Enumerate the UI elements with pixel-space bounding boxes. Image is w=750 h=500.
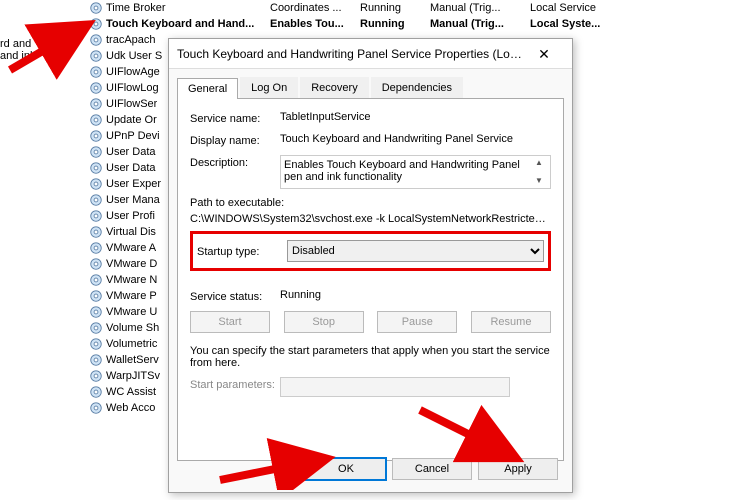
table-row[interactable]: Time Broker Coordinates ... Running Manu… bbox=[85, 0, 685, 16]
start-params-note: You can specify the start parameters tha… bbox=[190, 345, 551, 369]
label-display-name: Display name: bbox=[190, 133, 280, 147]
gear-icon bbox=[89, 305, 103, 319]
gear-icon bbox=[89, 129, 103, 143]
gear-icon bbox=[89, 81, 103, 95]
stop-button[interactable]: Stop bbox=[284, 311, 364, 333]
truncated-text: rd and and ink bbox=[0, 38, 35, 62]
startup-type-select[interactable]: Disabled bbox=[287, 240, 544, 262]
value-path: C:\WINDOWS\System32\svchost.exe -k Local… bbox=[190, 213, 551, 225]
description-box: Enables Touch Keyboard and Handwriting P… bbox=[280, 155, 551, 189]
gear-icon bbox=[89, 65, 103, 79]
tab-general[interactable]: General bbox=[177, 78, 238, 99]
tab-log-on[interactable]: Log On bbox=[240, 77, 298, 98]
gear-icon bbox=[89, 161, 103, 175]
start-button[interactable]: Start bbox=[190, 311, 270, 333]
gear-icon bbox=[89, 49, 103, 63]
general-panel: Service name: TabletInputService Display… bbox=[177, 99, 564, 461]
tab-strip: GeneralLog OnRecoveryDependencies bbox=[177, 77, 564, 99]
gear-icon bbox=[89, 385, 103, 399]
gear-icon bbox=[89, 193, 103, 207]
label-service-name: Service name: bbox=[190, 111, 280, 125]
label-path: Path to executable: bbox=[190, 197, 551, 209]
tab-dependencies[interactable]: Dependencies bbox=[371, 77, 463, 98]
cancel-button[interactable]: Cancel bbox=[392, 458, 472, 480]
gear-icon bbox=[89, 353, 103, 367]
label-startup-type: Startup type: bbox=[197, 244, 287, 258]
gear-icon bbox=[89, 257, 103, 271]
gear-icon bbox=[89, 17, 103, 31]
label-start-params: Start parameters: bbox=[190, 377, 280, 391]
gear-icon bbox=[89, 241, 103, 255]
close-button[interactable]: ✕ bbox=[524, 42, 564, 66]
value-service-name: TabletInputService bbox=[280, 111, 551, 123]
gear-icon bbox=[89, 97, 103, 111]
dialog-title: Touch Keyboard and Handwriting Panel Ser… bbox=[177, 47, 524, 61]
gear-icon bbox=[89, 209, 103, 223]
titlebar[interactable]: Touch Keyboard and Handwriting Panel Ser… bbox=[169, 39, 572, 69]
startup-type-highlight: Startup type: Disabled bbox=[190, 231, 551, 271]
gear-icon bbox=[89, 401, 103, 415]
table-row-selected[interactable]: Touch Keyboard and Hand... Enables Tou..… bbox=[85, 16, 685, 32]
properties-dialog: Touch Keyboard and Handwriting Panel Ser… bbox=[168, 38, 573, 493]
start-params-input bbox=[280, 377, 510, 397]
resume-button[interactable]: Resume bbox=[471, 311, 551, 333]
value-service-status: Running bbox=[280, 289, 551, 301]
gear-icon bbox=[89, 289, 103, 303]
gear-icon bbox=[89, 225, 103, 239]
apply-button[interactable]: Apply bbox=[478, 458, 558, 480]
gear-icon bbox=[89, 1, 103, 15]
gear-icon bbox=[89, 113, 103, 127]
gear-icon bbox=[89, 145, 103, 159]
gear-icon bbox=[89, 177, 103, 191]
value-display-name: Touch Keyboard and Handwriting Panel Ser… bbox=[280, 133, 551, 145]
pause-button[interactable]: Pause bbox=[377, 311, 457, 333]
tab-recovery[interactable]: Recovery bbox=[300, 77, 368, 98]
scroll-spinner[interactable]: ▲▼ bbox=[531, 159, 547, 185]
gear-icon bbox=[89, 369, 103, 383]
gear-icon bbox=[89, 273, 103, 287]
gear-icon bbox=[89, 321, 103, 335]
label-description: Description: bbox=[190, 155, 280, 169]
gear-icon bbox=[89, 337, 103, 351]
ok-button[interactable]: OK bbox=[306, 458, 386, 480]
gear-icon bbox=[89, 33, 103, 47]
label-service-status: Service status: bbox=[190, 289, 280, 303]
